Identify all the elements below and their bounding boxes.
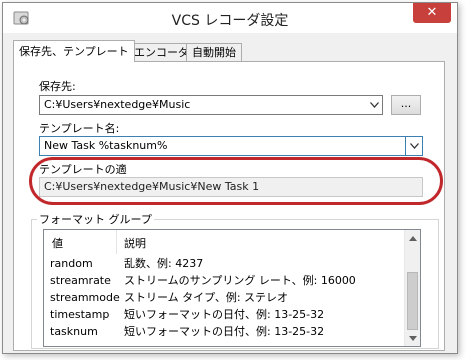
list-item-value: random	[50, 257, 93, 270]
scroll-down-icon[interactable]	[405, 330, 420, 346]
save-path-label: 保存先:	[39, 80, 76, 93]
list-item-value: timestamp	[50, 308, 110, 321]
close-button[interactable]: ✕	[413, 3, 451, 23]
title-bar: VCS レコーダ設定 ✕	[3, 3, 457, 33]
browse-button[interactable]: ...	[391, 95, 421, 115]
close-icon: ✕	[426, 5, 438, 20]
column-header-value[interactable]: 値	[52, 235, 63, 251]
list-item[interactable]: random 乱数、例: 4237	[44, 256, 406, 272]
list-item-value: streamrate	[50, 274, 111, 287]
tab-encoder[interactable]: エンコーダ	[128, 43, 195, 61]
template-name-combobox[interactable]: New Task %tasknum%	[39, 136, 423, 156]
template-name-value: New Task %tasknum%	[44, 139, 168, 152]
format-group-title: フォーマット グループ	[37, 211, 154, 227]
list-item[interactable]: streamrate ストリームのサンプリング レート、例: 16000	[44, 273, 406, 289]
settings-window: VCS レコーダ設定 ✕ 保存先、テンプレート エンコーダ 自動開始 保存先: …	[2, 2, 458, 354]
list-item[interactable]: streammode ストリーム タイプ、例: ステレオ	[44, 290, 406, 306]
column-divider[interactable]	[116, 230, 117, 254]
tab-save-template[interactable]: 保存先、テンプレート	[13, 40, 135, 62]
scrollbar-thumb[interactable]	[407, 272, 418, 330]
column-header-description[interactable]: 説明	[124, 235, 146, 251]
chevron-down-icon[interactable]	[405, 137, 422, 155]
list-item-description: 乱数、例: 4237	[124, 257, 204, 270]
list-item-description: ストリームのサンプリング レート、例: 16000	[124, 274, 356, 287]
template-preview-field: C:¥Users¥nextedge¥Music¥New Task 1	[39, 177, 423, 197]
vertical-scrollbar[interactable]	[404, 230, 420, 346]
list-item-value: tasknum	[50, 325, 98, 338]
scroll-up-icon[interactable]	[405, 230, 420, 246]
list-item[interactable]: timestamp 短いフォーマットの日付、例: 13-25-32	[44, 307, 406, 323]
template-name-label: テンプレート名:	[39, 122, 120, 135]
list-header: 値 説明	[44, 230, 406, 254]
window-title: VCS レコーダ設定	[171, 13, 289, 29]
save-path-combobox[interactable]: C:¥Users¥nextedge¥Music	[39, 95, 383, 115]
list-item-description: 短いフォーマットの日付、例: 13-25-32	[124, 325, 325, 338]
template-preview-label: テンプレートの適	[39, 163, 127, 176]
save-path-value: C:¥Users¥nextedge¥Music	[44, 98, 191, 111]
list-item[interactable]: tasknum 短いフォーマットの日付、例: 13-25-32	[44, 324, 406, 340]
list-item-description: 短いフォーマットの日付、例: 13-25-32	[124, 308, 325, 321]
tab-strip: 保存先、テンプレート エンコーダ 自動開始	[13, 40, 443, 62]
list-item-value: streammode	[50, 291, 120, 304]
list-item-description: ストリーム タイプ、例: ステレオ	[124, 291, 289, 304]
chevron-down-icon[interactable]	[366, 96, 382, 114]
tab-auto-start[interactable]: 自動開始	[186, 43, 242, 61]
format-list[interactable]: 値 説明 random 乱数、例: 4237 streamrate ストリームの…	[43, 229, 421, 347]
